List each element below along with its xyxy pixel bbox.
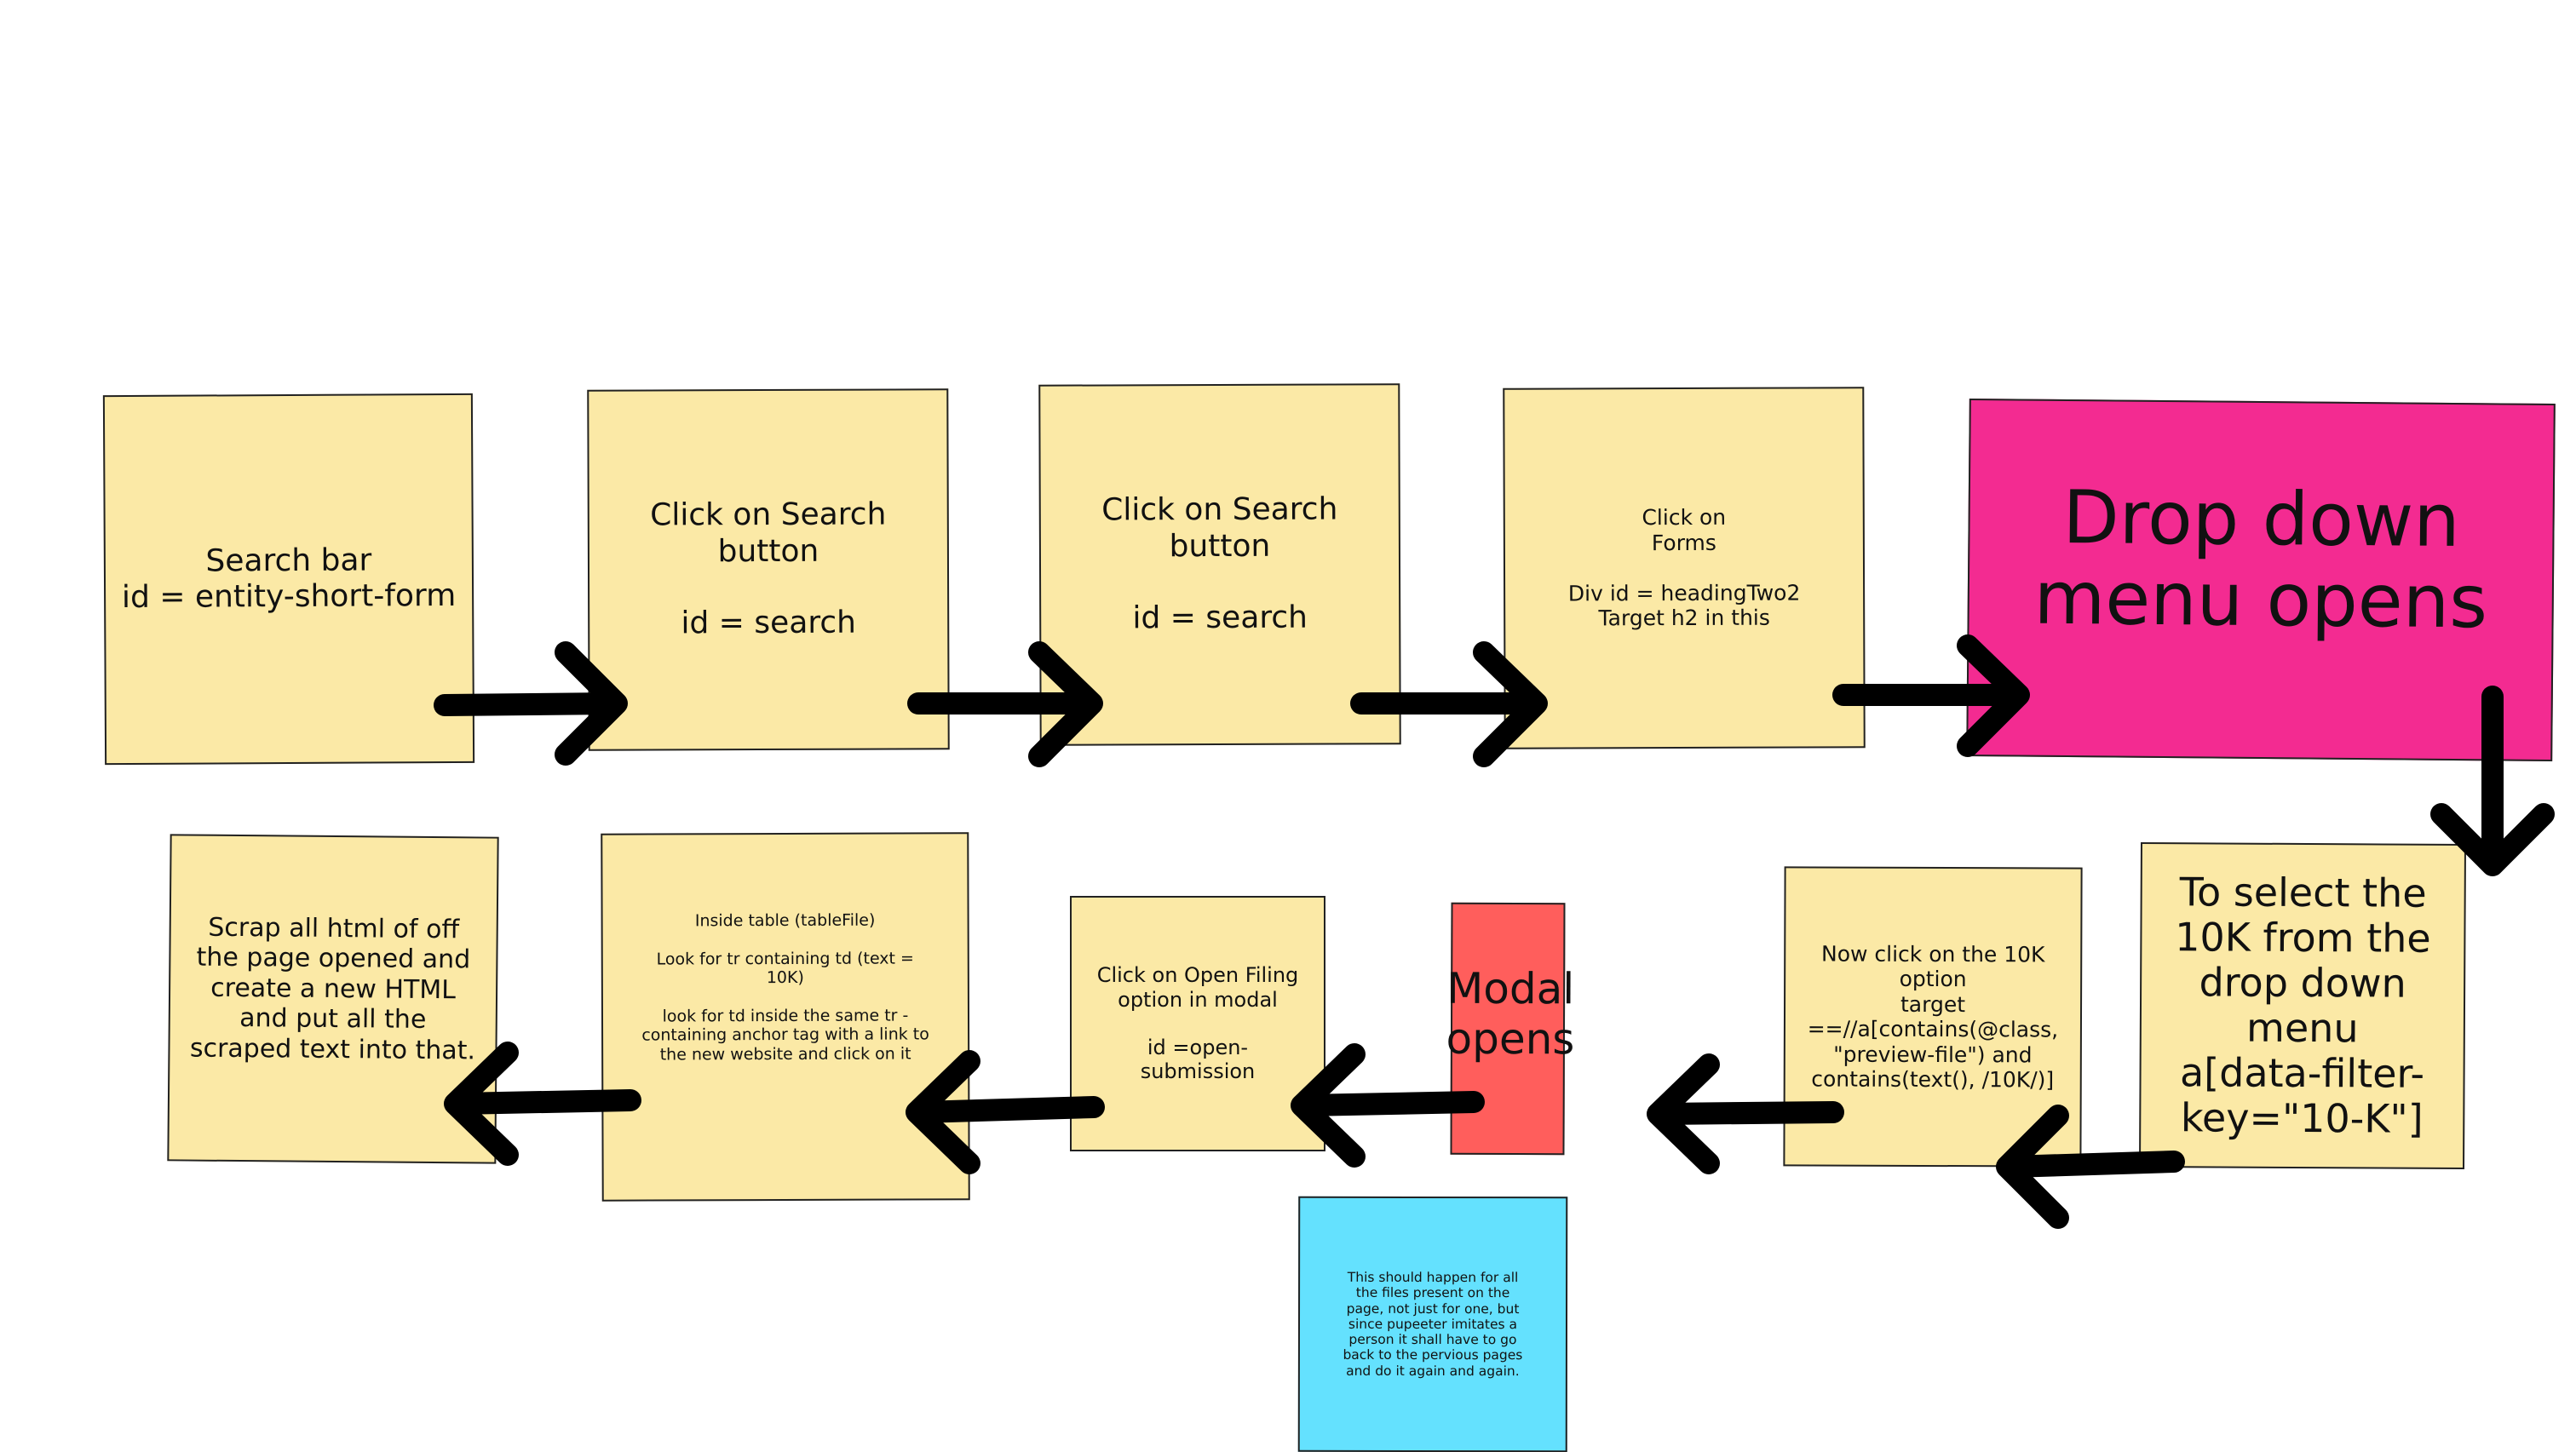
note-inside-table-text: Inside table (tableFile) Look for tr con… — [641, 910, 929, 1065]
arrow-left-icon — [1291, 1043, 1485, 1168]
note-repeat-for-all-files-text: This should happen for all the files pre… — [1343, 1269, 1523, 1379]
note-dropdown-menu-opens-text: Drop down menu opens — [2033, 475, 2488, 646]
note-select-10k-text: To select the 10K from the drop down men… — [2175, 869, 2431, 1142]
note-click-open-filing: Click on Open Filing option in modal id … — [1070, 896, 1325, 1151]
note-click-search-button-2: Click on Search button id = search — [1038, 383, 1401, 746]
note-click-search-button-2-text: Click on Search button id = search — [1101, 491, 1338, 636]
note-select-10k: To select the 10K from the drop down men… — [2139, 842, 2466, 1169]
note-click-10k-option: Now click on the 10K option target ==//a… — [1783, 866, 2083, 1168]
note-click-forms: Click on Forms Div id = headingTwo2 Targ… — [1503, 387, 1866, 749]
note-inside-table: Inside table (tableFile) Look for tr con… — [601, 832, 970, 1202]
note-click-forms-text: Click on Forms Div id = headingTwo2 Targ… — [1567, 505, 1801, 631]
flow-diagram-canvas: Search bar id = entity-short-form Click … — [0, 0, 2576, 1452]
note-scrap-html-text: Scrap all html of off the page opened an… — [189, 912, 476, 1066]
note-modal-opens-text: Modal opens — [1446, 963, 1575, 1065]
note-click-10k-option-text: Now click on the 10K option target ==//a… — [1807, 941, 2059, 1093]
note-repeat-for-all-files: This should happen for all the files pre… — [1297, 1196, 1568, 1452]
note-click-search-button-1-text: Click on Search button id = search — [650, 496, 887, 641]
note-click-search-button-1: Click on Search button id = search — [587, 388, 950, 751]
note-modal-opens: Modal opens — [1446, 902, 1574, 1156]
note-search-bar: Search bar id = entity-short-form — [102, 393, 475, 766]
note-click-open-filing-text: Click on Open Filing option in modal id … — [1096, 963, 1299, 1084]
note-search-bar-text: Search bar id = entity-short-form — [121, 542, 457, 616]
note-dropdown-menu-opens: Drop down menu opens — [1966, 399, 2556, 761]
note-scrap-html: Scrap all html of off the page opened an… — [167, 834, 499, 1164]
